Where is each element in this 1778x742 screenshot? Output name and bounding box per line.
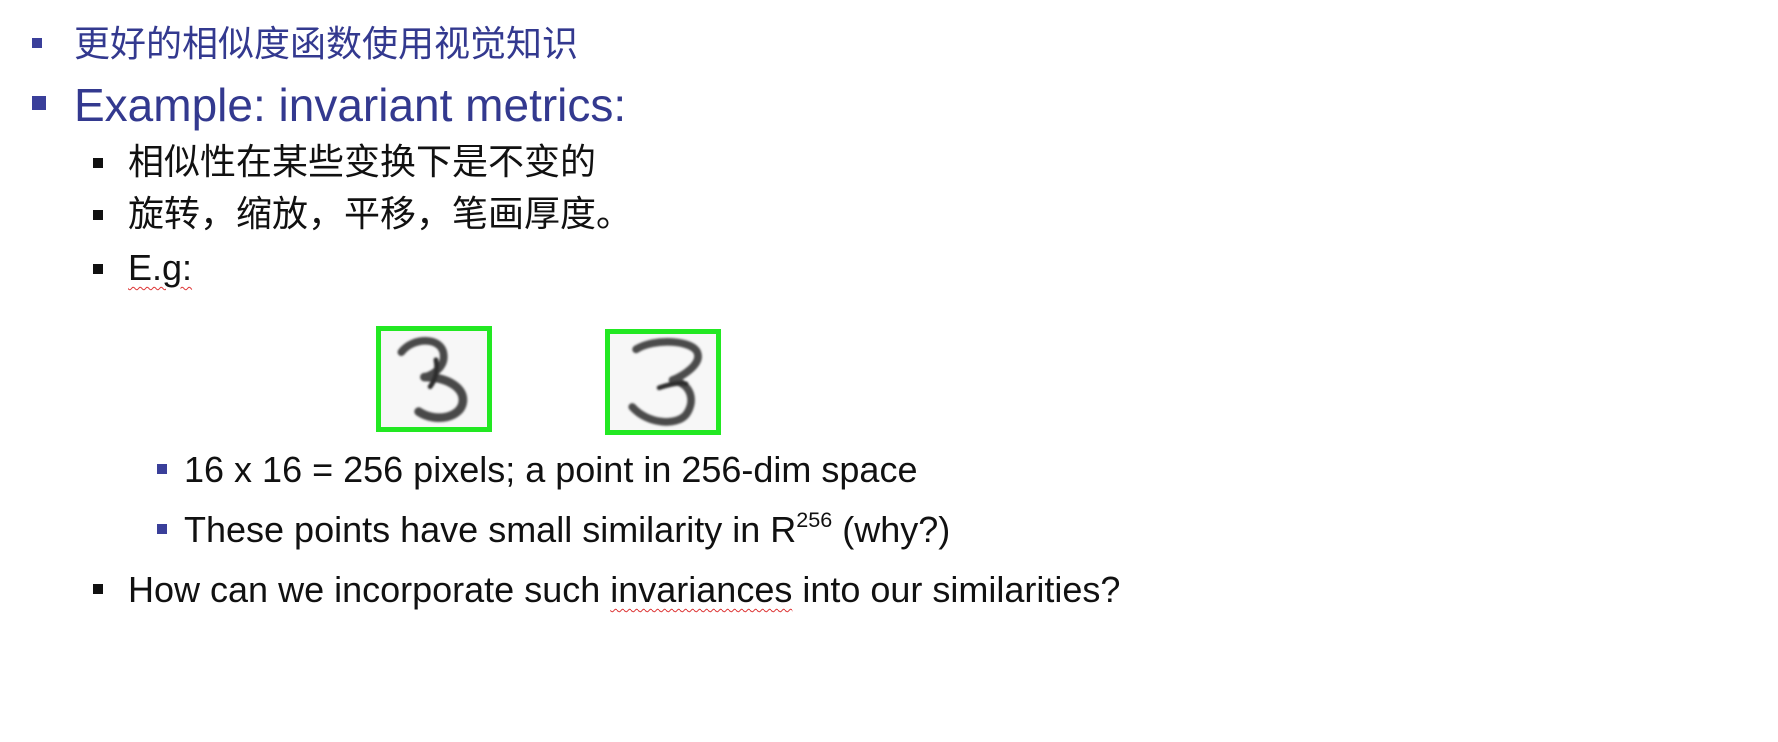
- digit-three-glyph-2: [628, 337, 702, 426]
- bullet-text-7-before: These points have small similarity in R: [184, 509, 797, 550]
- bullet-text-7: These points have small similarity in R2…: [184, 509, 951, 550]
- digit-three-image-1: [376, 326, 492, 432]
- bullet-marker: [157, 464, 167, 474]
- superscript-256: 256: [796, 506, 833, 532]
- bullet-text-3: 相似性在某些变换下是不变的: [128, 141, 597, 182]
- bullet-text-8-before: How can we incorporate such: [128, 569, 611, 610]
- bullet-text-7-after: (why?): [832, 509, 951, 550]
- bullet-marker: [32, 96, 46, 110]
- bullet-text-5: E.g:: [128, 250, 192, 286]
- bullet-text-2: Example: invariant metrics:: [74, 79, 627, 131]
- invariances-word: invariances: [610, 569, 793, 610]
- eg-label: E.g:: [128, 247, 193, 288]
- bullet-marker: [93, 158, 103, 168]
- digit-three-glyph-1: [397, 337, 468, 423]
- bullet-text-4: 旋转，缩放，平移，笔画厚度。: [128, 193, 633, 234]
- bullet-text-6: 16 x 16 = 256 pixels; a point in 256-dim…: [184, 449, 918, 490]
- bullet-text-8-after: into our similarities?: [792, 569, 1121, 610]
- digit-three-image-2: [605, 329, 721, 435]
- bullet-marker: [93, 584, 103, 594]
- bullet-marker: [93, 210, 103, 220]
- bullet-marker: [93, 264, 103, 274]
- bullet-marker: [157, 524, 167, 534]
- bullet-marker: [32, 38, 42, 48]
- bullet-text-8: How can we incorporate such invariances …: [128, 572, 1120, 608]
- bullet-text-1: 更好的相似度函数使用视觉知识: [74, 23, 579, 64]
